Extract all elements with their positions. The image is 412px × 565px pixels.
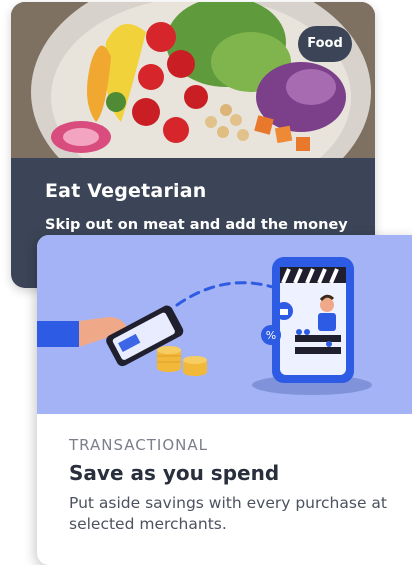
phone-payment-illustration: % — [37, 235, 412, 414]
category-badge: Food — [298, 26, 352, 62]
svg-text:%: % — [266, 329, 276, 342]
savings-tip-card-save-as-you-spend[interactable]: % TRANSACTIONAL Save as you spend Put as… — [37, 235, 412, 565]
card-description: Put aside savings with every purchase at… — [69, 494, 387, 533]
card-title: Eat Vegetarian — [45, 180, 207, 202]
card-category: TRANSACTIONAL — [69, 436, 208, 454]
card-title: Save as you spend — [69, 461, 280, 485]
card-description: Skip out on meat and add the money — [45, 217, 348, 233]
